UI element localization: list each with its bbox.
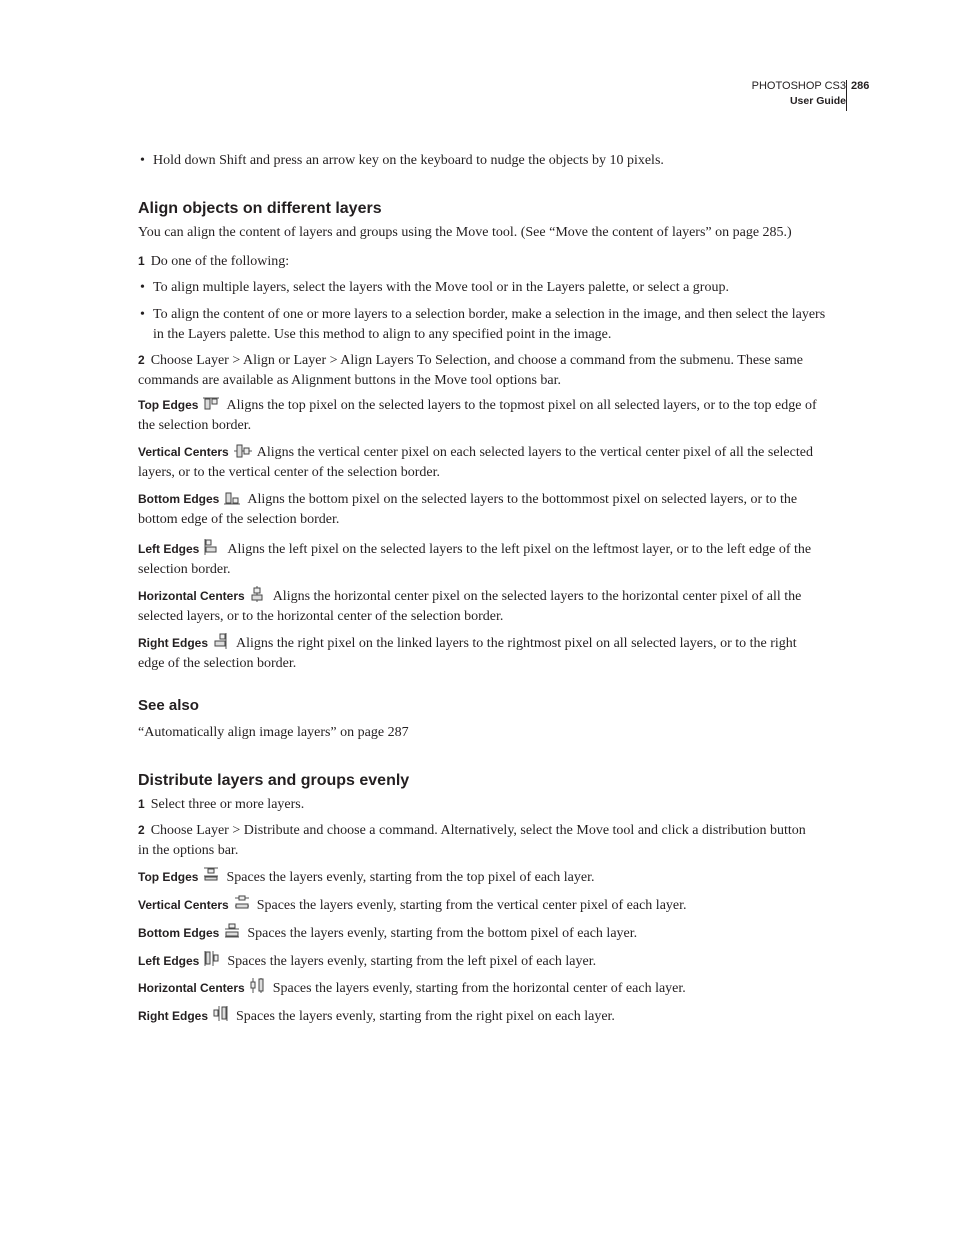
option-dist-right-edges: Right Edges Spaces the layers evenly, st…	[138, 1005, 818, 1027]
distribute-bottom-edges-icon	[223, 922, 241, 938]
option-text: Spaces the layers evenly, starting from …	[272, 981, 686, 996]
see-also-link-text[interactable]: “Automatically align image layers” on pa…	[138, 725, 409, 740]
option-dist-vertical-centers: Vertical Centers Spaces the layers evenl…	[138, 894, 818, 916]
bullet-text: Hold down Shift and press an arrow key o…	[153, 153, 664, 168]
option-term: Horizontal Centers	[138, 589, 245, 603]
bullet-icon: •	[140, 307, 145, 322]
option-top-edges: Top Edges Aligns the top pixel on the se…	[138, 396, 818, 435]
step-number: 1	[138, 254, 145, 268]
step-text: Choose Layer > Align or Layer > Align La…	[138, 353, 803, 388]
step-number: 1	[138, 797, 145, 811]
distribute-right-edges-icon	[212, 1005, 230, 1021]
align-bottom-edges-icon	[223, 490, 241, 506]
option-text: Spaces the layers evenly, starting from …	[236, 1009, 615, 1024]
step-text: Select three or more layers.	[150, 797, 305, 812]
see-also-link[interactable]: “Automatically align image layers” on pa…	[138, 723, 818, 743]
step-number: 2	[138, 353, 145, 367]
align-intro: You can align the content of layers and …	[138, 223, 818, 243]
section-heading-align: Align objects on different layers	[138, 200, 382, 217]
list-item: • Hold down Shift and press an arrow key…	[138, 151, 833, 171]
align-top-edges-icon	[202, 396, 220, 412]
option-dist-left-edges: Left Edges Spaces the layers evenly, sta…	[138, 950, 818, 972]
step-1: 1 Do one of the following:	[138, 252, 818, 272]
page-number: 286	[851, 80, 870, 92]
step-number: 2	[138, 823, 145, 837]
align-horizontal-centers-icon	[249, 585, 267, 602]
product-name: PHOTOSHOP CS3	[751, 80, 846, 92]
guide-name: User Guide	[789, 95, 846, 107]
bullet-icon: •	[140, 280, 145, 295]
header-divider	[846, 80, 847, 111]
distribute-left-edges-icon	[203, 950, 221, 966]
option-text: Aligns the top pixel on the selected lay…	[138, 398, 817, 433]
bullet-text: To align the content of one or more laye…	[153, 307, 826, 342]
option-dist-horizontal-centers: Horizontal Centers Spaces the layers eve…	[138, 977, 818, 999]
option-term: Left Edges	[138, 542, 200, 556]
option-term: Bottom Edges	[138, 492, 220, 506]
step-text: Do one of the following:	[150, 254, 290, 269]
align-left-edges-icon	[203, 538, 221, 555]
option-term: Bottom Edges	[138, 926, 220, 940]
option-term: Right Edges	[138, 1009, 209, 1023]
distribute-horizontal-centers-icon	[249, 977, 267, 993]
distribute-vertical-centers-icon	[233, 894, 251, 910]
option-term: Top Edges	[138, 398, 199, 412]
see-also-heading: See also	[138, 697, 199, 714]
list-item: • To align multiple layers, select the l…	[138, 278, 833, 298]
bullet-icon: •	[140, 153, 145, 168]
section-heading-distribute: Distribute layers and groups evenly	[138, 772, 410, 789]
option-term: Top Edges	[138, 870, 199, 884]
step-text: Choose Layer > Distribute and choose a c…	[138, 823, 806, 858]
option-term: Horizontal Centers	[138, 981, 245, 995]
option-term: Right Edges	[138, 636, 209, 650]
running-head: PHOTOSHOP CS3 User Guide	[752, 79, 846, 109]
align-right-edges-icon	[212, 632, 230, 649]
option-text: Spaces the layers evenly, starting from …	[247, 926, 638, 941]
option-vertical-centers: Vertical Centers Aligns the vertical cen…	[138, 443, 818, 482]
option-text: Spaces the layers evenly, starting from …	[227, 954, 597, 969]
option-bottom-edges: Bottom Edges Aligns the bottom pixel on …	[138, 490, 818, 529]
option-term: Vertical Centers	[138, 445, 229, 459]
list-item: • To align the content of one or more la…	[138, 305, 833, 344]
option-dist-top-edges: Top Edges Spaces the layers evenly, star…	[138, 866, 818, 888]
option-dist-bottom-edges: Bottom Edges Spaces the layers evenly, s…	[138, 922, 818, 944]
option-left-edges: Left Edges Aligns the left pixel on the …	[138, 538, 818, 579]
bullet-text: To align multiple layers, select the lay…	[153, 280, 729, 295]
option-text: Spaces the layers evenly, starting from …	[256, 898, 687, 913]
step-2: 2 Choose Layer > Align or Layer > Align L…	[138, 351, 818, 390]
option-right-edges: Right Edges Aligns the right pixel on th…	[138, 632, 818, 673]
option-term: Vertical Centers	[138, 898, 229, 912]
option-term: Left Edges	[138, 954, 200, 968]
intro-text: You can align the content of layers and …	[138, 225, 792, 240]
option-text: Aligns the right pixel on the linked lay…	[138, 636, 797, 671]
option-text: Aligns the left pixel on the selected la…	[138, 542, 812, 577]
step-2: 2 Choose Layer > Distribute and choose a …	[138, 821, 818, 860]
option-horizontal-centers: Horizontal Centers Aligns the horizontal…	[138, 585, 818, 626]
option-text: Spaces the layers evenly, starting from …	[226, 870, 595, 885]
step-1: 1 Select three or more layers.	[138, 795, 818, 815]
distribute-top-edges-icon	[202, 866, 220, 882]
align-vertical-centers-icon	[233, 443, 252, 459]
